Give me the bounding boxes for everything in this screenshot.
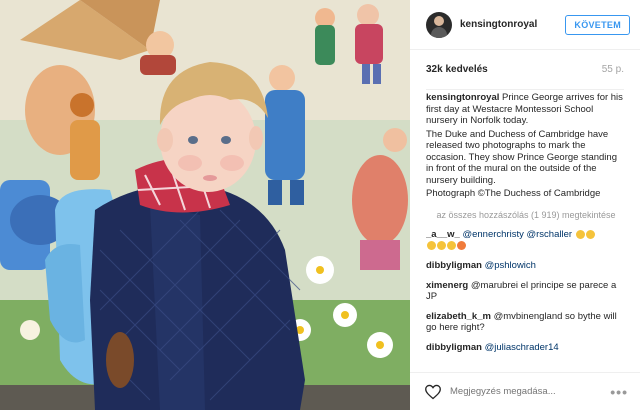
comment-item: ximenerg @marubrei el principe se parece… xyxy=(426,280,626,303)
comment-footer: ••• xyxy=(410,372,640,410)
likes-count[interactable]: 32k kedvelés xyxy=(426,64,488,75)
more-options-icon[interactable]: ••• xyxy=(610,384,628,400)
emoji-icon xyxy=(585,229,595,239)
comment-text[interactable]: @pshlowich xyxy=(485,260,536,271)
comment-username[interactable]: ximenerg xyxy=(426,280,468,291)
post-image xyxy=(0,0,410,410)
caption-text-2: The Duke and Duchess of Cambridge have r… xyxy=(426,128,617,186)
comment-username[interactable]: _a__w_ xyxy=(426,229,460,240)
add-comment-input[interactable] xyxy=(450,386,611,397)
post-stats: 32k kedvelés 55 p. xyxy=(426,50,624,90)
comment-text[interactable]: @juliaschrader14 xyxy=(485,342,559,353)
comments-section: kensingtonroyal Prince George arrives fo… xyxy=(426,90,626,372)
comment-username[interactable]: dibbyligman xyxy=(426,260,482,271)
emoji-icon xyxy=(575,229,585,239)
post-username[interactable]: kensingtonroyal xyxy=(460,19,565,30)
caption-credit: Photograph ©The Duchess of Cambridge xyxy=(426,188,601,199)
post-time[interactable]: 55 p. xyxy=(602,64,624,75)
avatar[interactable] xyxy=(426,11,452,38)
comment-username[interactable]: elizabeth_k_m xyxy=(426,311,491,322)
emoji-icon xyxy=(437,241,446,251)
heart-icon[interactable] xyxy=(424,384,442,400)
comment-item: dibbyligman @juliaschrader14 xyxy=(426,342,626,354)
comment-text[interactable]: @ennerchristy @rschaller xyxy=(462,229,572,240)
emoji-icon xyxy=(427,241,436,251)
post-caption: kensingtonroyal Prince George arrives fo… xyxy=(426,92,626,200)
emoji-icon xyxy=(457,241,466,251)
comment-username[interactable]: dibbyligman xyxy=(426,342,482,353)
load-more-comments[interactable]: az összes hozzászólás (1 919) megtekinté… xyxy=(426,210,626,222)
comment-item: _a__w_ @ennerchristy @rschaller xyxy=(426,229,626,252)
post-details-panel: kensingtonroyal KÖVETEM 32k kedvelés 55 … xyxy=(410,0,640,410)
post-header: kensingtonroyal KÖVETEM xyxy=(410,0,640,50)
emoji-icon xyxy=(447,241,456,251)
comment-item: elizabeth_k_m @mvbinengland so bythe wil… xyxy=(426,311,626,334)
post-photo[interactable] xyxy=(0,0,410,410)
comment-item: dibbyligman @pshlowich xyxy=(426,260,626,272)
follow-button[interactable]: KÖVETEM xyxy=(565,14,630,35)
caption-username[interactable]: kensingtonroyal xyxy=(426,92,499,103)
